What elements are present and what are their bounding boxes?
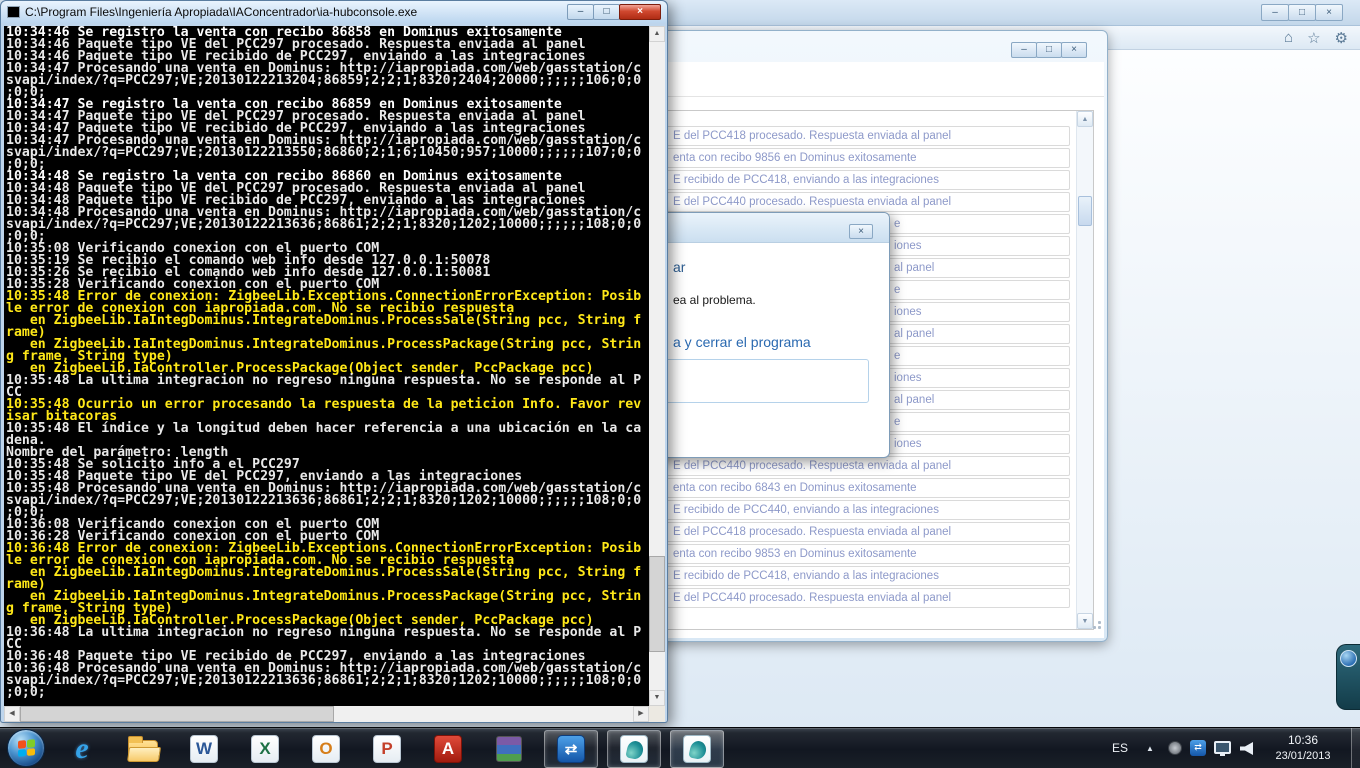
outlook-icon: O: [312, 735, 340, 763]
internet-explorer-icon: e: [75, 732, 88, 766]
list-item[interactable]: E del PCC440 procesado. Respuesta enviad…: [656, 588, 1070, 608]
console-line: 10:35:48 La ultima integracion no regres…: [6, 375, 641, 387]
console-output: 10:34:46 Se registro la venta con recibo…: [6, 27, 641, 699]
dialog-heading: ar: [673, 259, 685, 275]
console-vertical-scrollbar[interactable]: ▲ ▼: [649, 26, 665, 706]
taskbar-button-powerpoint[interactable]: P: [361, 730, 413, 768]
list-item[interactable]: E recibido de PCC418, enviando a las int…: [656, 170, 1070, 190]
clock-time: 10:36: [1260, 733, 1346, 747]
taskbar-button-word[interactable]: W: [178, 730, 230, 768]
list-item[interactable]: E del PCC418 procesado. Respuesta enviad…: [656, 126, 1070, 146]
taskbar-button-outlook[interactable]: O: [300, 730, 352, 768]
close-button[interactable]: ×: [1061, 42, 1087, 58]
list-item[interactable]: E recibido de PCC440, enviando a las int…: [656, 500, 1070, 520]
console-window-title: C:\Program Files\Ingeniería Apropiada\IA…: [25, 5, 417, 19]
scroll-down-icon[interactable]: ▼: [649, 690, 665, 706]
console-horizontal-scrollbar[interactable]: ◀ ▶: [4, 706, 649, 722]
tray-app-icon[interactable]: [1168, 741, 1182, 755]
minimize-button[interactable]: –: [1011, 42, 1037, 58]
adobe-reader-icon: A: [434, 735, 462, 763]
scrollbar-thumb[interactable]: [1078, 196, 1092, 226]
tray-teamviewer-icon[interactable]: ⇄: [1190, 740, 1206, 756]
taskbar-button-ia-app-1[interactable]: [607, 730, 661, 768]
hidden-icons-chevron-icon[interactable]: ▲: [1146, 744, 1154, 753]
taskbar-button-internet-explorer[interactable]: e: [56, 730, 108, 768]
taskbar-button-excel[interactable]: X: [239, 730, 291, 768]
list-item[interactable]: E del PCC440 procesado. Respuesta enviad…: [656, 192, 1070, 212]
close-button[interactable]: ×: [619, 4, 661, 20]
tray-volume-icon[interactable]: [1240, 742, 1253, 755]
tools-icon[interactable]: ⚙: [1335, 29, 1348, 47]
console-app-icon: [7, 6, 20, 18]
scroll-right-icon[interactable]: ▶: [633, 706, 649, 722]
taskbar-button-adobe-reader[interactable]: A: [422, 730, 474, 768]
console-screen: 10:34:46 Se registro la venta con recibo…: [4, 26, 649, 706]
console-line: svapi/index/?q=PCC297;VE;20130122213204;…: [6, 75, 641, 87]
scrollbar-corner: [649, 706, 665, 722]
maximize-button[interactable]: □: [593, 4, 620, 20]
list-item[interactable]: enta con recibo 6843 en Dominus exitosam…: [656, 478, 1070, 498]
windows-explorer-icon: [128, 740, 158, 762]
favorites-icon[interactable]: ☆: [1307, 29, 1320, 47]
winrar-icon: [496, 736, 522, 762]
dialog-command-link[interactable]: a y cerrar el programa: [673, 334, 811, 350]
taskbar-button-ia-app-2[interactable]: [670, 730, 724, 768]
scroll-left-icon[interactable]: ◀: [4, 706, 20, 722]
show-desktop-button[interactable]: [1351, 728, 1360, 768]
excel-icon: X: [251, 735, 279, 763]
close-button[interactable]: ×: [1315, 4, 1343, 21]
powerpoint-icon: P: [373, 735, 401, 763]
scroll-up-icon[interactable]: ▲: [1077, 111, 1093, 127]
console-line: svapi/index/?q=PCC297;VE;20130122213550;…: [6, 147, 641, 159]
app-scrollbar[interactable]: ▲ ▼: [1076, 111, 1093, 629]
console-line: 10:36:48 La ultima integracion no regres…: [6, 627, 641, 639]
console-titlebar[interactable]: C:\Program Files\Ingeniería Apropiada\IA…: [1, 1, 667, 23]
scroll-up-icon[interactable]: ▲: [649, 26, 665, 42]
taskbar-button-teamviewer[interactable]: ⇄: [544, 730, 598, 768]
windows-logo-icon: [18, 739, 35, 757]
console-line: svapi/index/?q=PCC297;VE;20130122213636;…: [6, 495, 641, 507]
console-line: svapi/index/?q=PCC297;VE;20130122213636;…: [6, 219, 641, 231]
clock-date: 23/01/2013: [1260, 750, 1346, 762]
maximize-button[interactable]: □: [1288, 4, 1316, 21]
console-line: svapi/index/?q=PCC297;VE;20130122213636;…: [6, 675, 641, 687]
taskbar-button-winrar[interactable]: [483, 730, 535, 768]
language-indicator[interactable]: ES: [1112, 741, 1128, 755]
app-window-caption-buttons: – □ ×: [1012, 42, 1087, 58]
background-window-caption-buttons: – □ ×: [1262, 4, 1343, 21]
list-item[interactable]: enta con recibo 9856 en Dominus exitosam…: [656, 148, 1070, 168]
console-caption-buttons: – □ ×: [568, 4, 661, 20]
minimize-button[interactable]: –: [567, 4, 594, 20]
taskbar-clock[interactable]: 10:36 23/01/2013: [1260, 733, 1346, 762]
console-window: C:\Program Files\Ingeniería Apropiada\IA…: [0, 0, 668, 723]
home-icon[interactable]: ⌂: [1284, 29, 1293, 46]
list-item[interactable]: E del PCC418 procesado. Respuesta enviad…: [656, 522, 1070, 542]
taskbar: e W X O P A ⇄ ES ▲ ⇄ 10:36 23/01/2013: [0, 727, 1360, 768]
teamviewer-panel-tab[interactable]: [1336, 644, 1360, 710]
dialog-message: ea al problema.: [673, 293, 756, 307]
scrollbar-thumb[interactable]: [649, 556, 665, 652]
list-item[interactable]: enta con recibo 9853 en Dominus exitosam…: [656, 544, 1070, 564]
tray-display-icon[interactable]: [1214, 741, 1231, 754]
start-button[interactable]: [7, 729, 45, 767]
maximize-button[interactable]: □: [1036, 42, 1062, 58]
ia-app-1-icon: [620, 735, 648, 763]
taskbar-buttons: e W X O P A ⇄: [56, 728, 724, 768]
resize-grip[interactable]: [1088, 616, 1102, 630]
taskbar-button-windows-explorer[interactable]: [117, 730, 169, 768]
scrollbar-thumb[interactable]: [20, 706, 334, 722]
teamviewer-icon: [1340, 650, 1357, 667]
console-line: en ZigbeeLib.IaIntegDominus.IntegrateDom…: [6, 567, 641, 579]
console-line: 10:35:48 El índice y la longitud deben h…: [6, 423, 641, 435]
minimize-button[interactable]: –: [1261, 4, 1289, 21]
teamviewer-icon: ⇄: [557, 735, 585, 763]
word-icon: W: [190, 735, 218, 763]
console-line: en ZigbeeLib.IaIntegDominus.IntegrateDom…: [6, 315, 641, 327]
ia-app-2-icon: [683, 735, 711, 763]
list-item[interactable]: E recibido de PCC418, enviando a las int…: [656, 566, 1070, 586]
close-button[interactable]: ×: [849, 224, 873, 239]
console-line: ;0;0;: [6, 687, 641, 699]
list-item[interactable]: E del PCC440 procesado. Respuesta enviad…: [656, 456, 1070, 476]
